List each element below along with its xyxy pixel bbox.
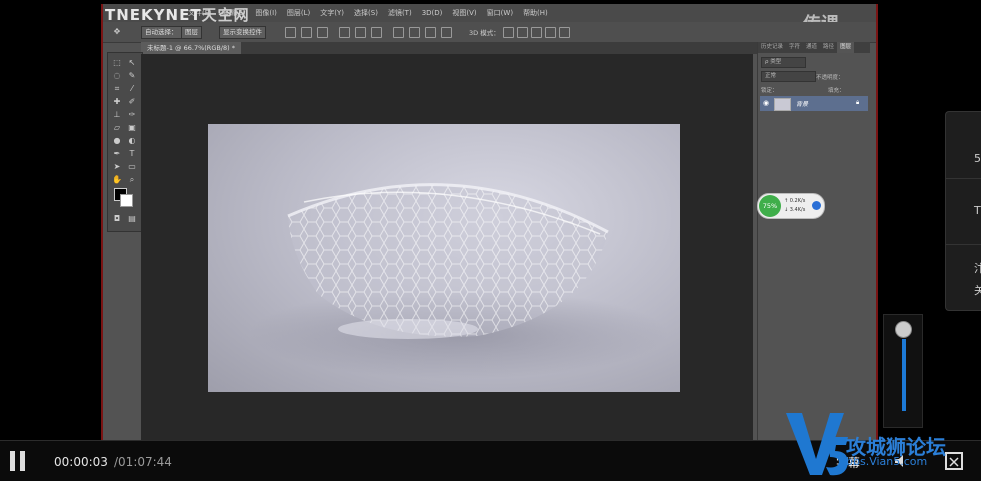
hand-tool-icon[interactable]: ✋ xyxy=(111,174,123,186)
tab-paths[interactable]: 路径 xyxy=(820,42,837,53)
pen-tool-icon[interactable]: ✒ xyxy=(111,148,123,160)
shape-tool-icon[interactable]: ▭ xyxy=(126,161,138,173)
menu-layer[interactable]: 图层(L) xyxy=(282,8,315,18)
side-menu-popup: 5 T 汴 关 xyxy=(945,111,981,311)
upload-speed: ↑ 0.2K/s xyxy=(784,198,806,204)
marquee-tool-icon[interactable]: ⬚ xyxy=(111,57,123,69)
dodge-tool-icon[interactable]: ◐ xyxy=(126,135,138,147)
v5-logo-icon xyxy=(786,413,848,476)
layer-kind-filter[interactable]: ρ 类型 xyxy=(761,57,806,68)
zoom-tool-icon[interactable]: ⌕ xyxy=(126,174,138,186)
volume-slider-panel xyxy=(883,314,923,428)
3d-pan-icon[interactable] xyxy=(531,27,542,38)
type-tool-icon[interactable]: T xyxy=(126,148,138,160)
popup-item-1[interactable]: 5 xyxy=(974,152,981,165)
distribute-top-icon[interactable] xyxy=(393,27,404,38)
3d-roll-icon[interactable] xyxy=(517,27,528,38)
watermark-url: bbs.Vian5.com xyxy=(846,455,928,468)
tab-character[interactable]: 字符 xyxy=(786,42,803,53)
network-speed-widget[interactable]: 75% ↑ 0.2K/s ↓ 3.4K/s xyxy=(757,193,825,219)
history-brush-icon[interactable]: ✑ xyxy=(126,109,138,121)
lasso-tool-icon[interactable]: ◌ xyxy=(111,70,123,82)
volume-level-fill xyxy=(902,339,906,411)
distribute-bottom-icon[interactable] xyxy=(425,27,436,38)
3d-scale-icon[interactable] xyxy=(559,27,570,38)
blend-mode-select[interactable]: 正常 xyxy=(761,71,816,82)
layer-name: 背景 xyxy=(796,101,809,108)
menu-type[interactable]: 文字(Y) xyxy=(315,8,349,18)
popup-item-3[interactable]: 汴 xyxy=(974,260,981,276)
3d-mode-label: 3D 模式： xyxy=(469,29,500,37)
canvas-area xyxy=(141,54,753,440)
move-tool-icon[interactable]: ✥ xyxy=(111,26,123,38)
layer-row[interactable]: ◉ 背景 🔒︎ xyxy=(760,96,868,111)
lock-label: 锁定： xyxy=(761,88,778,94)
network-percent: 75% xyxy=(759,195,781,217)
background-color-swatch[interactable] xyxy=(120,194,133,207)
fill-label: 填充： xyxy=(828,88,845,94)
layers-panel: 历史记录 字符 通道 路径 图层 ρ 类型 正常 不透明度： 锁定： 填充： ◉… xyxy=(757,42,870,442)
move-tool-icon[interactable]: ↖ xyxy=(126,57,138,69)
gradient-tool-icon[interactable]: ▣ xyxy=(126,122,138,134)
layer-select-dropdown[interactable]: 图层 xyxy=(181,26,202,39)
total-duration: /01:07:44 xyxy=(114,455,172,469)
lock-icon: 🔒︎ xyxy=(856,99,860,106)
tab-layers[interactable]: 图层 xyxy=(837,42,855,53)
auto-select-toggle[interactable]: 自动选择： xyxy=(141,26,182,39)
glass-bowl-image xyxy=(248,183,668,379)
brush-tool-icon[interactable]: ✐ xyxy=(126,96,138,108)
distribute-left-icon[interactable] xyxy=(441,27,452,38)
tools-panel: ⬚ ↖ ◌ ✎ ⌗ ⁄ ✚ ✐ ⊥ ✑ ▱ ▣ ● ◐ ✒ T ➤ ▭ ✋ ⌕ … xyxy=(107,52,143,232)
align-right-icon[interactable] xyxy=(371,27,382,38)
fullscreen-button[interactable] xyxy=(945,452,963,470)
transform-controls-toggle[interactable]: 显示变换控件 xyxy=(219,26,266,39)
menu-3d[interactable]: 3D(D) xyxy=(417,9,448,17)
healing-brush-icon[interactable]: ✚ xyxy=(111,96,123,108)
layer-thumbnail xyxy=(774,98,791,111)
download-speed: ↓ 3.4K/s xyxy=(784,207,806,213)
document-tab[interactable]: 未标题-1 @ 66.7%(RGB/8) * xyxy=(141,42,241,54)
align-center-icon[interactable] xyxy=(355,27,366,38)
3d-rotate-icon[interactable] xyxy=(503,27,514,38)
quick-select-icon[interactable]: ✎ xyxy=(126,70,138,82)
panel-tabs: 历史记录 字符 通道 路径 图层 xyxy=(758,42,870,53)
fullscreen-icon xyxy=(949,457,959,467)
menu-image[interactable]: 图像(I) xyxy=(250,8,282,18)
menu-window[interactable]: 窗口(W) xyxy=(482,8,518,18)
eraser-tool-icon[interactable]: ▱ xyxy=(111,122,123,134)
menu-view[interactable]: 视图(V) xyxy=(447,8,481,18)
document-tab-bar: 未标题-1 @ 66.7%(RGB/8) * xyxy=(141,42,761,54)
path-select-icon[interactable]: ➤ xyxy=(111,161,123,173)
pause-button[interactable] xyxy=(10,451,26,471)
align-bottom-icon[interactable] xyxy=(317,27,328,38)
opacity-label: 不透明度： xyxy=(816,75,844,81)
tab-channels[interactable]: 通道 xyxy=(803,42,820,53)
menu-select[interactable]: 选择(S) xyxy=(349,8,383,18)
align-middle-icon[interactable] xyxy=(301,27,312,38)
visibility-eye-icon[interactable]: ◉ xyxy=(763,99,769,107)
popup-item-4[interactable]: 关 xyxy=(974,282,981,298)
tab-history[interactable]: 历史记录 xyxy=(758,42,786,53)
crop-tool-icon[interactable]: ⌗ xyxy=(111,83,123,95)
screen-mode-icon[interactable]: ▤ xyxy=(126,213,138,225)
pause-icon xyxy=(10,451,15,471)
quick-mask-icon[interactable]: ◘ xyxy=(111,213,123,225)
menu-filter[interactable]: 滤镜(T) xyxy=(383,8,417,18)
blur-tool-icon[interactable]: ● xyxy=(111,135,123,147)
eyedropper-icon[interactable]: ⁄ xyxy=(126,83,138,95)
clone-stamp-icon[interactable]: ⊥ xyxy=(111,109,123,121)
current-time: 00:00:03 xyxy=(54,455,108,469)
photoshop-window: 文件(F) 编辑(E) 图像(I) 图层(L) 文字(Y) 选择(S) 滤镜(T… xyxy=(101,4,878,442)
options-bar: ✥ 自动选择： 图层 显示变换控件 3D 模式： xyxy=(103,22,876,43)
align-top-icon[interactable] xyxy=(285,27,296,38)
volume-knob[interactable] xyxy=(895,321,912,338)
3d-slide-icon[interactable] xyxy=(545,27,556,38)
align-left-icon[interactable] xyxy=(339,27,350,38)
canvas-image[interactable] xyxy=(208,124,680,392)
distribute-middle-icon[interactable] xyxy=(409,27,420,38)
network-logo-icon xyxy=(812,201,821,210)
menu-help[interactable]: 帮助(H) xyxy=(518,8,553,18)
popup-item-2[interactable]: T xyxy=(974,204,981,217)
